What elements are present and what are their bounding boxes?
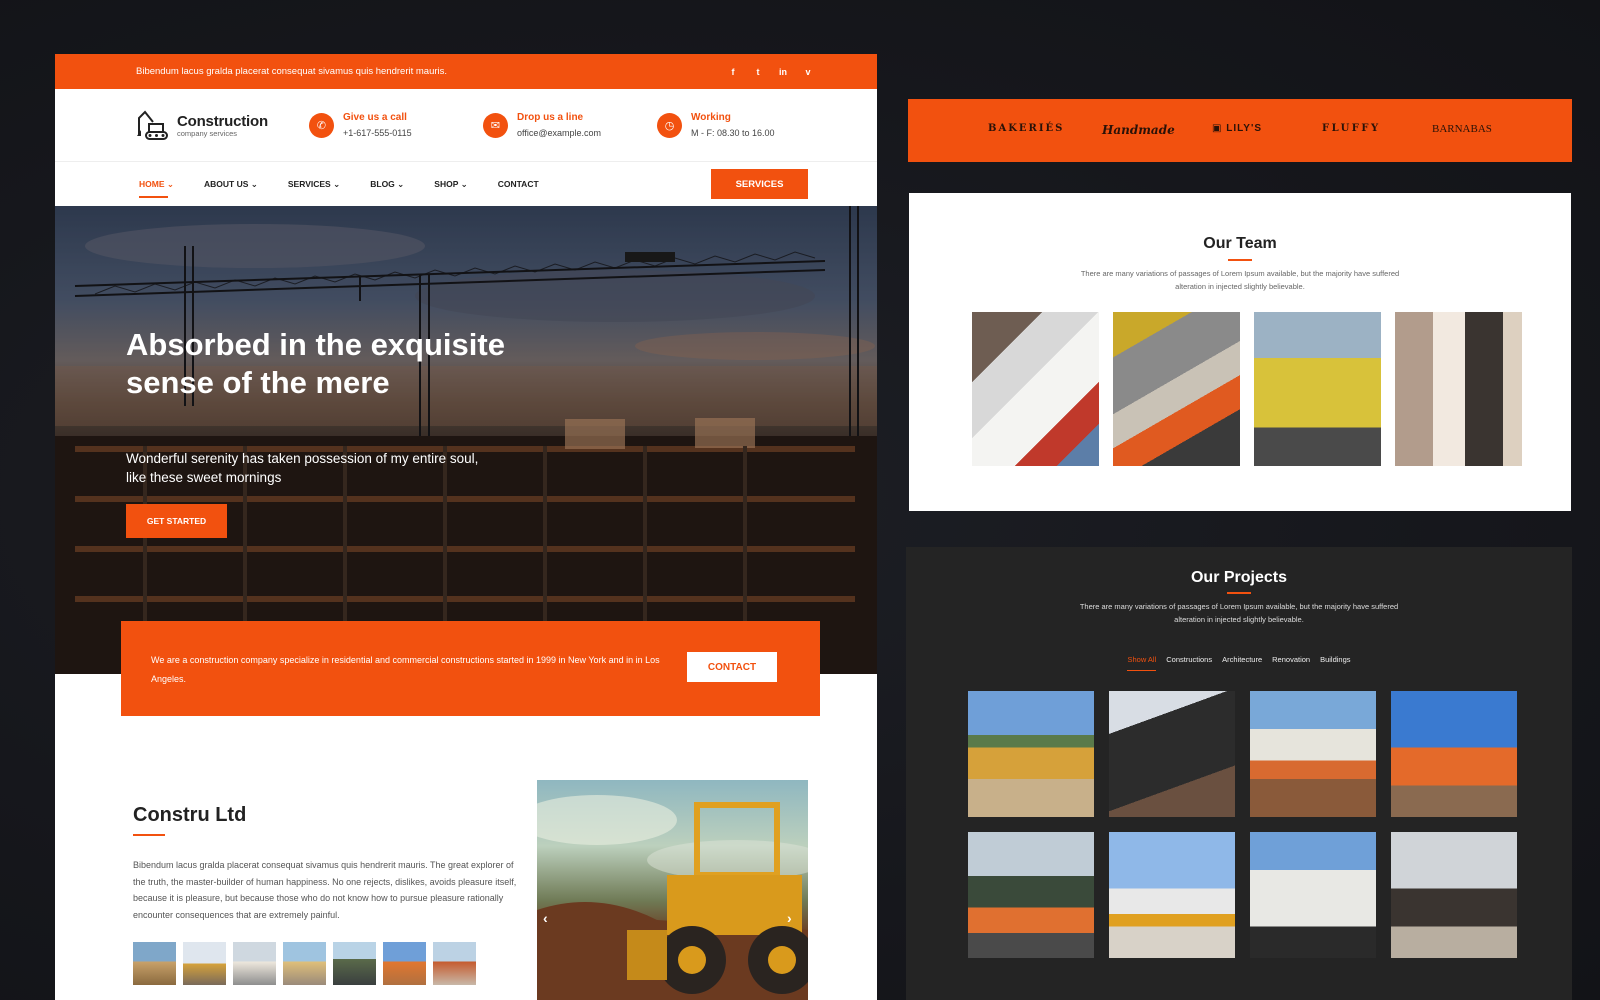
team-member-photo[interactable] bbox=[1113, 312, 1240, 466]
carousel-prev-icon[interactable]: ‹ bbox=[543, 910, 548, 926]
filter-renovation[interactable]: Renovation bbox=[1272, 655, 1310, 664]
brand-logo: FLUFFY bbox=[1322, 123, 1381, 134]
about-title: Constru Ltd bbox=[133, 804, 247, 826]
thumbnail-image[interactable] bbox=[333, 942, 376, 985]
header-info-call: ✆ Give us a call +1-617-555-0115 bbox=[309, 112, 483, 138]
project-image[interactable] bbox=[1109, 832, 1235, 958]
excavator-logo-icon bbox=[133, 106, 171, 144]
chevron-down-icon: ⌄ bbox=[166, 178, 174, 189]
brands-strip: BAKERIÉS Handmade ▣ LILY'S FLUFFY BARNAB… bbox=[908, 99, 1572, 162]
brand-logo: BARNABAS bbox=[1432, 123, 1492, 135]
twitter-icon[interactable]: t bbox=[753, 67, 763, 77]
nav-shop[interactable]: SHOP ⌄ bbox=[434, 179, 467, 190]
cta-banner: We are a construction company specialize… bbox=[121, 621, 820, 716]
chevron-down-icon: ⌄ bbox=[333, 178, 341, 189]
site-logo[interactable]: Construction company services bbox=[133, 106, 309, 144]
projects-description: There are many variations of passages of… bbox=[1079, 602, 1399, 624]
nav-home[interactable]: HOME ⌄ bbox=[139, 178, 174, 198]
mail-icon: ✉ bbox=[483, 112, 508, 138]
chevron-down-icon: ⌄ bbox=[460, 178, 468, 189]
filter-show-all[interactable]: Show All bbox=[1127, 655, 1156, 671]
project-image[interactable] bbox=[968, 832, 1094, 958]
social-links: f t in v bbox=[728, 67, 813, 77]
project-filters: Show All Constructions Architecture Reno… bbox=[906, 655, 1572, 671]
thumbnail-image[interactable] bbox=[133, 942, 176, 985]
title-underline bbox=[1227, 592, 1251, 594]
site-header: Construction company services ✆ Give us … bbox=[55, 89, 877, 162]
top-bar: Bibendum lacus gralda placerat consequat… bbox=[55, 54, 877, 89]
project-image[interactable] bbox=[1250, 691, 1376, 817]
carousel-next-icon[interactable]: › bbox=[787, 910, 792, 926]
about-image-bulldozer: ‹ › bbox=[537, 780, 808, 1000]
square-icon: ▣ bbox=[1212, 123, 1223, 134]
thumbnail-image[interactable] bbox=[383, 942, 426, 985]
project-image[interactable] bbox=[1391, 832, 1517, 958]
top-bar-text: Bibendum lacus gralda placerat consequat… bbox=[136, 66, 448, 77]
about-text: Bibendum lacus gralda placerat consequat… bbox=[133, 860, 517, 920]
get-started-button[interactable]: GET STARTED bbox=[126, 504, 227, 538]
nav-services[interactable]: SERVICES ⌄ bbox=[288, 179, 340, 190]
linkedin-icon[interactable]: in bbox=[778, 67, 788, 77]
title-underline bbox=[133, 834, 165, 836]
team-member-photo[interactable] bbox=[972, 312, 1099, 466]
thumbnail-image[interactable] bbox=[183, 942, 226, 985]
brand-logo: BAKERIÉS bbox=[988, 123, 1065, 134]
mail-label: Drop us a line bbox=[517, 112, 584, 123]
call-value[interactable]: +1-617-555-0115 bbox=[343, 128, 412, 138]
project-image[interactable] bbox=[1109, 691, 1235, 817]
chevron-down-icon: ⌄ bbox=[250, 178, 258, 189]
team-description: There are many variations of passages of… bbox=[1080, 269, 1400, 291]
title-underline bbox=[1228, 259, 1252, 261]
logo-title: Construction bbox=[177, 112, 268, 130]
filter-buildings[interactable]: Buildings bbox=[1320, 655, 1350, 664]
header-info-mail: ✉ Drop us a line office@example.com bbox=[483, 112, 657, 138]
hero-subtitle: Wonderful serenity has taken possession … bbox=[126, 451, 479, 485]
vimeo-icon[interactable]: v bbox=[803, 67, 813, 77]
contact-button[interactable]: CONTACT bbox=[687, 652, 777, 682]
thumbnail-image[interactable] bbox=[233, 942, 276, 985]
brand-logo: ▣ LILY'S bbox=[1212, 123, 1263, 134]
project-image[interactable] bbox=[968, 691, 1094, 817]
clock-icon: ◷ bbox=[657, 112, 682, 138]
team-photos bbox=[972, 312, 1522, 466]
brand-logo: Handmade bbox=[1102, 123, 1175, 137]
chevron-down-icon: ⌄ bbox=[397, 178, 405, 189]
cta-text: We are a construction company specialize… bbox=[151, 655, 660, 684]
hours-label: Working bbox=[691, 112, 731, 123]
services-button[interactable]: SERVICES bbox=[711, 169, 808, 199]
phone-icon: ✆ bbox=[309, 112, 334, 138]
team-title: Our Team bbox=[1203, 235, 1277, 252]
team-member-photo[interactable] bbox=[1254, 312, 1381, 466]
team-member-photo[interactable] bbox=[1395, 312, 1522, 466]
website-mockup-main: Bibendum lacus gralda placerat consequat… bbox=[55, 54, 877, 1000]
nav-blog[interactable]: BLOG ⌄ bbox=[370, 179, 404, 190]
filter-architecture[interactable]: Architecture bbox=[1222, 655, 1262, 664]
about-thumbnails bbox=[133, 942, 476, 985]
logo-subtitle: company services bbox=[177, 128, 238, 138]
filter-constructions[interactable]: Constructions bbox=[1166, 655, 1212, 664]
projects-title: Our Projects bbox=[1190, 569, 1288, 586]
hero-section: Absorbed in the exquisite sense of the m… bbox=[55, 206, 877, 674]
nav-about-us[interactable]: ABOUT US ⌄ bbox=[204, 179, 258, 190]
nav-contact[interactable]: CONTACT bbox=[498, 179, 539, 189]
project-image[interactable] bbox=[1250, 832, 1376, 958]
hero-crane-illustration bbox=[55, 206, 877, 674]
hours-value: M - F: 08.30 to 16.00 bbox=[691, 128, 775, 138]
projects-grid bbox=[968, 691, 1517, 958]
facebook-icon[interactable]: f bbox=[728, 67, 738, 77]
thumbnail-image[interactable] bbox=[283, 942, 326, 985]
mail-value[interactable]: office@example.com bbox=[517, 128, 601, 138]
team-section: Our Team There are many variations of pa… bbox=[909, 193, 1571, 511]
call-label: Give us a call bbox=[343, 112, 407, 123]
project-image[interactable] bbox=[1391, 691, 1517, 817]
hero-title: Absorbed in the exquisite sense of the m… bbox=[126, 327, 505, 400]
thumbnail-image[interactable] bbox=[433, 942, 476, 985]
header-info-hours: ◷ Working M - F: 08.30 to 16.00 bbox=[657, 112, 831, 138]
projects-section: Our Projects There are many variations o… bbox=[906, 547, 1572, 1000]
main-nav: HOME ⌄ ABOUT US ⌄ SERVICES ⌄ BLOG ⌄ SHOP… bbox=[55, 162, 877, 206]
